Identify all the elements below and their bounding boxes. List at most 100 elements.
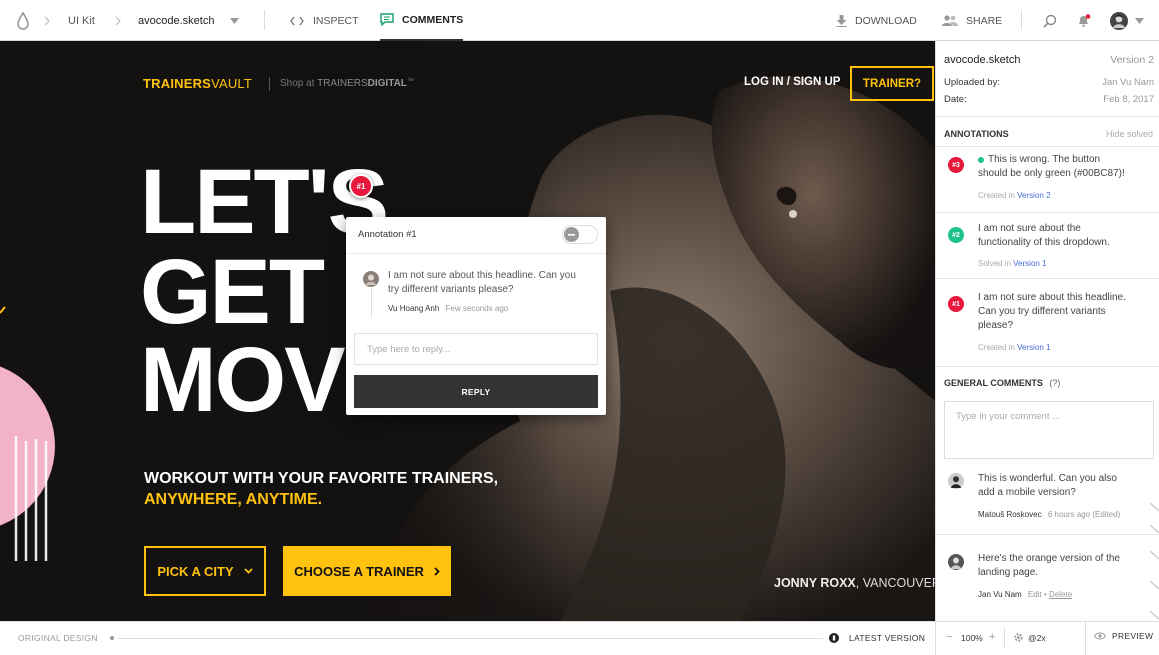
annotations-header: ANNOTATIONS bbox=[944, 129, 1009, 139]
comment-time: Few seconds ago bbox=[445, 304, 509, 313]
general-comments-title: GENERAL COMMENTS bbox=[944, 378, 1043, 388]
divider bbox=[346, 253, 606, 254]
comment-item: Here's the orange version of the landing… bbox=[936, 541, 1159, 613]
latest-version-label[interactable]: LATEST VERSION bbox=[849, 633, 925, 643]
comments-sidebar: avocode.sketch Version 2 Uploaded by: Ja… bbox=[935, 41, 1159, 621]
avatar[interactable] bbox=[1110, 0, 1128, 41]
trainer-button[interactable]: TRAINER? bbox=[850, 66, 934, 101]
download-icon bbox=[836, 14, 847, 27]
comment-meta: Jan Vu Nam Edit • Delete bbox=[978, 590, 1072, 599]
annotation-text-line-1: This is wrong. The button bbox=[988, 154, 1101, 165]
zoom-level[interactable]: 100% bbox=[961, 633, 983, 643]
subhead-line-2: ANYWHERE, ANYTIME. bbox=[144, 491, 323, 508]
choose-trainer-label: CHOOSE A TRAINER bbox=[294, 563, 424, 579]
zoom-in-button[interactable]: + bbox=[989, 631, 995, 643]
unread-dot bbox=[978, 157, 984, 163]
annotation-badge: #2 bbox=[948, 227, 964, 243]
annotation-meta-prefix: Created in bbox=[978, 343, 1015, 352]
original-design-label[interactable]: ORIGINAL DESIGN bbox=[18, 633, 98, 643]
breadcrumb-file[interactable]: avocode.sketch bbox=[138, 0, 214, 41]
shop-prefix: Shop at bbox=[280, 78, 315, 89]
reply-input[interactable]: Type here to reply... bbox=[354, 333, 598, 365]
edit-link[interactable]: Edit bbox=[1028, 590, 1042, 599]
comment-item: This is wonderful. Can you also add a mo… bbox=[936, 467, 1159, 535]
brand-name-b: VAULT bbox=[211, 76, 253, 91]
annotation-version-link[interactable]: Version 1 bbox=[1017, 343, 1050, 352]
comment-author: Matouš Roskovec bbox=[978, 510, 1042, 519]
annotation-text-line-2: functionality of this dropdown. bbox=[978, 237, 1110, 248]
shop-link[interactable]: Shop at TRAINERSDIGITAL™ bbox=[280, 78, 414, 89]
share-button[interactable]: SHARE bbox=[942, 0, 1002, 41]
caret-down-icon[interactable] bbox=[230, 0, 239, 41]
comment-edited: (Edited) bbox=[1092, 510, 1121, 519]
chevron-down-icon bbox=[244, 568, 253, 574]
download-button[interactable]: DOWNLOAD bbox=[836, 0, 917, 41]
notification-bell-icon[interactable] bbox=[1077, 0, 1091, 41]
comment-author: Vu Hoang Anh bbox=[388, 304, 440, 313]
search-icon[interactable] bbox=[1043, 0, 1057, 41]
trademark: ™ bbox=[406, 78, 414, 85]
gear-icon[interactable] bbox=[1013, 632, 1024, 645]
timeline-dot[interactable] bbox=[110, 636, 114, 640]
users-icon bbox=[942, 15, 958, 26]
top-toolbar: UI Kit avocode.sketch INSPECT COMMENTS D… bbox=[0, 0, 1159, 41]
avocode-logo-icon[interactable] bbox=[16, 0, 30, 41]
scale-selector[interactable]: @2x bbox=[1028, 633, 1046, 643]
annotation-text-line-2: Can you try different variants bbox=[978, 306, 1106, 317]
tab-comments[interactable]: COMMENTS bbox=[380, 0, 464, 41]
annotation-item[interactable]: #2 I am not sure about the functionality… bbox=[936, 213, 1159, 279]
preview-button[interactable]: PREVIEW bbox=[1094, 631, 1153, 641]
breadcrumb-project[interactable]: UI Kit bbox=[68, 0, 95, 41]
chevron-right-icon bbox=[114, 0, 122, 41]
annotation-item[interactable]: #1 I am not sure about this headline. Ca… bbox=[936, 279, 1159, 367]
hide-solved-link[interactable]: Hide solved bbox=[1106, 129, 1153, 139]
delete-link[interactable]: Delete bbox=[1049, 590, 1072, 599]
timeline-track[interactable] bbox=[118, 638, 823, 639]
caption-name: JONNY ROXX bbox=[774, 576, 856, 590]
annotation-item[interactable]: #3 This is wrong. The button should be o… bbox=[936, 147, 1159, 213]
file-version[interactable]: Version 2 bbox=[1110, 54, 1154, 66]
headline-line-2: GET bbox=[140, 241, 325, 343]
uploaded-label: Uploaded by: bbox=[944, 77, 1000, 88]
comment-avatar bbox=[948, 554, 964, 573]
tab-inspect-label: INSPECT bbox=[313, 14, 359, 27]
popup-title: Annotation #1 bbox=[358, 229, 417, 240]
login-link[interactable]: LOG IN / SIGN UP bbox=[744, 76, 840, 88]
tab-inspect[interactable]: INSPECT bbox=[290, 0, 359, 41]
resolve-toggle[interactable] bbox=[562, 225, 598, 244]
annotation-meta-prefix: Created in bbox=[978, 191, 1015, 200]
pick-city-label: PICK A CITY bbox=[157, 563, 234, 579]
comment-text-line-2: add a mobile version? bbox=[978, 487, 1076, 498]
uploaded-value: Jan Vu Nam bbox=[1102, 77, 1154, 88]
annotation-meta: Created in Version 2 bbox=[978, 191, 1051, 200]
choose-trainer-button[interactable]: CHOOSE A TRAINER bbox=[283, 546, 451, 596]
annotation-version-link[interactable]: Version 1 bbox=[1013, 259, 1046, 268]
timeline-handle[interactable] bbox=[829, 633, 839, 645]
date-value: Feb 8, 2017 bbox=[1103, 94, 1154, 105]
scroll-decoration bbox=[1149, 501, 1159, 624]
zoom-out-button[interactable]: − bbox=[946, 631, 952, 643]
comment-meta: Matouš Roskovec 6 hours ago (Edited) bbox=[978, 510, 1120, 519]
annotation-badge: #1 bbox=[948, 296, 964, 312]
comment-time: 6 hours ago bbox=[1047, 510, 1091, 519]
date-label: Date: bbox=[944, 94, 967, 105]
comment-avatar bbox=[948, 473, 964, 492]
annotation-pin[interactable]: #1 bbox=[349, 174, 373, 198]
annotation-version-link[interactable]: Version 2 bbox=[1017, 191, 1050, 200]
brand-logo[interactable]: TRAINERSVAULT bbox=[143, 76, 252, 91]
comment-author: Jan Vu Nam bbox=[978, 590, 1022, 599]
share-label: SHARE bbox=[966, 14, 1003, 27]
file-name: avocode.sketch bbox=[944, 54, 1021, 66]
general-comment-input[interactable]: Type in your comment ... bbox=[944, 401, 1154, 459]
annotation-text-line-2: should be only green (#00BC87)! bbox=[978, 168, 1125, 179]
pick-city-dropdown[interactable]: PICK A CITY bbox=[144, 546, 266, 596]
help-icon[interactable]: (?) bbox=[1049, 378, 1060, 388]
annotation-meta-prefix: Solved in bbox=[978, 259, 1011, 268]
annotation-meta: Solved in Version 1 bbox=[978, 259, 1047, 268]
general-comments-header: GENERAL COMMENTS (?) bbox=[944, 378, 1060, 388]
reply-button[interactable]: REPLY bbox=[354, 375, 598, 408]
comment-meta: Vu Hoang Anh Few seconds ago bbox=[388, 304, 508, 313]
eye-icon bbox=[1094, 632, 1106, 640]
comment-text-line-1: This is wonderful. Can you also bbox=[978, 473, 1117, 484]
caret-down-icon[interactable] bbox=[1135, 0, 1144, 41]
